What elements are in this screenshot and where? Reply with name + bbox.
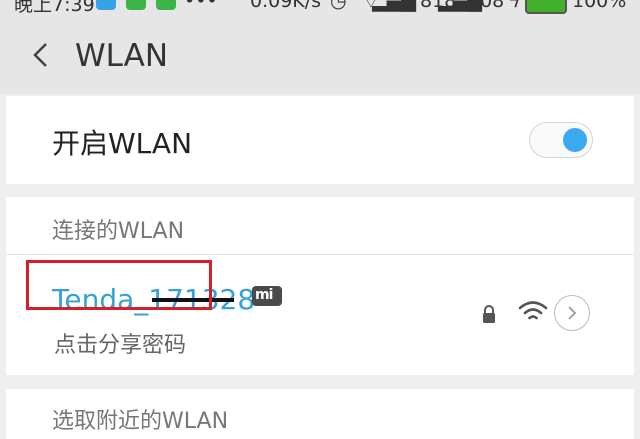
app-bar: WLAN [0, 16, 640, 94]
alarm-icon: ◷ [330, 0, 347, 12]
network-speed: 0.09K/s [250, 0, 322, 12]
wechat-icon [156, 0, 176, 10]
mi-logo-text: mi [255, 287, 273, 303]
lock-icon [482, 304, 496, 324]
wechat-icon [126, 0, 146, 10]
nearby-section-label: 选取附近的WLAN [52, 409, 229, 434]
app-notification-icon [96, 0, 116, 10]
charging-icon: ϟ [508, 0, 521, 12]
wlan-toggle-switch[interactable] [529, 122, 593, 158]
status-time: 晚上7:39 [14, 0, 95, 16]
switch-knob [563, 128, 587, 152]
signal-strength-2: 708 [468, 0, 505, 12]
chevron-left-icon[interactable] [28, 40, 56, 70]
wlan-toggle-row: 开启WLAN [6, 96, 634, 184]
page-title: WLAN [75, 38, 169, 74]
chevron-right-icon [568, 306, 577, 320]
signal-icon: ▂▄▆ [372, 0, 416, 12]
network-details-button[interactable] [554, 295, 590, 331]
more-notifications-icon: ••• [184, 0, 218, 12]
annotation-highlight-box [26, 260, 212, 310]
connected-section-label: 连接的WLAN [52, 219, 185, 244]
mi-logo-icon: mi [252, 286, 282, 306]
wlan-toggle-label: 开启WLAN [52, 127, 193, 160]
status-bar: 晚上7:39 ••• 0.09K/s ◷ ⌔ ▂▄▆ 818 ▂▄▆ 708 ϟ… [0, 0, 640, 16]
battery-icon [525, 0, 567, 14]
share-password-hint[interactable]: 点击分享密码 [54, 327, 186, 359]
battery-level: 100% [572, 0, 627, 12]
wifi-signal-icon [518, 300, 548, 324]
